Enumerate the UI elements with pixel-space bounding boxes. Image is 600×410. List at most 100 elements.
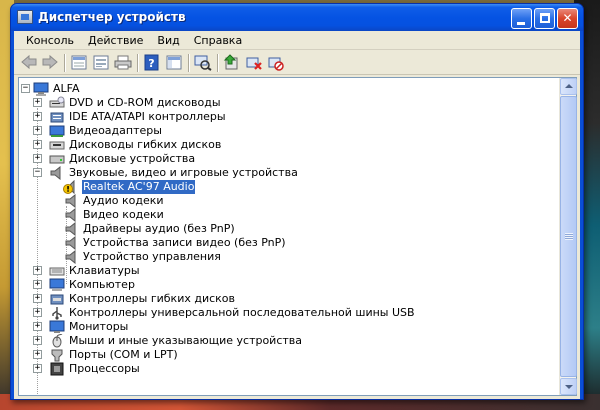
- scroll-down-button[interactable]: [560, 378, 577, 395]
- expand-toggle[interactable]: +: [33, 154, 42, 163]
- tree-item-label: Видео кодеки: [83, 208, 164, 221]
- tree-item-ports[interactable]: + Порты (COM и LPT): [33, 348, 179, 362]
- tree-item-video-adapters[interactable]: + Видеоадаптеры: [33, 124, 163, 138]
- scrollbar-thumb[interactable]: [560, 96, 577, 377]
- uninstall-button[interactable]: [245, 54, 263, 71]
- grip-icon: [565, 232, 573, 240]
- close-button[interactable]: ✕: [557, 8, 578, 29]
- tree-item-label: Дисковые устройства: [69, 152, 196, 165]
- properties-button[interactable]: [92, 54, 110, 71]
- device-manager-icon: [17, 10, 33, 24]
- expand-toggle[interactable]: +: [33, 364, 42, 373]
- expand-toggle[interactable]: +: [33, 350, 42, 359]
- menu-help[interactable]: Справка: [187, 32, 249, 49]
- tree-item-floppy-drives[interactable]: + Дисководы гибких дисков: [33, 138, 222, 152]
- tree-item-dvd-cdrom[interactable]: + DVD и CD-ROM дисководы: [33, 96, 222, 110]
- tree-item-label: IDE ATA/ATAPI контроллеры: [69, 110, 226, 123]
- print-button[interactable]: [114, 54, 132, 71]
- vertical-scrollbar[interactable]: [559, 78, 577, 395]
- help-button[interactable]: ?: [143, 54, 161, 71]
- svg-text:?: ?: [148, 57, 154, 70]
- collapse-toggle[interactable]: −: [21, 84, 30, 93]
- tree-item-label: Звуковые, видео и игровые устройства: [69, 166, 298, 179]
- tree-item-label: Мыши и иные указывающие устройства: [69, 334, 303, 347]
- tree-item-usb-controllers[interactable]: + Контроллеры универсальной последовател…: [33, 306, 416, 320]
- tree-item-label: Порты (COM и LPT): [69, 348, 178, 361]
- maximize-icon: [540, 13, 550, 23]
- tree-item-computer[interactable]: + Компьютер: [33, 278, 136, 292]
- back-button[interactable]: [20, 54, 38, 71]
- expand-toggle[interactable]: +: [33, 336, 42, 345]
- tree-item-media-control[interactable]: Устройство управления: [63, 249, 222, 265]
- toolbar-separator: [217, 54, 219, 72]
- tree-item-processors[interactable]: + Процессоры: [33, 362, 141, 376]
- menu-view[interactable]: Вид: [150, 32, 186, 49]
- show-console-tree-button[interactable]: [165, 54, 183, 71]
- tree-item-label: Мониторы: [69, 320, 129, 333]
- maximize-button[interactable]: [534, 8, 555, 29]
- menu-console[interactable]: Консоль: [19, 32, 81, 49]
- ide-controller-icon: [49, 110, 65, 124]
- tree-item-label: Дисководы гибких дисков: [69, 138, 222, 151]
- tree-item-audio-codecs[interactable]: Аудио кодеки: [63, 193, 165, 209]
- toolbar: ?: [14, 51, 580, 75]
- expand-toggle[interactable]: +: [33, 126, 42, 135]
- tree-item-mice[interactable]: + Мыши и иные указывающие устройства: [33, 333, 303, 348]
- forward-button[interactable]: [41, 54, 59, 71]
- scroll-up-button[interactable]: [560, 78, 577, 95]
- tree-item-label: Процессоры: [69, 362, 140, 375]
- tree-item-label: Устройство управления: [83, 250, 221, 263]
- tree-item-realtek-ac97[interactable]: Realtek AC'97 Audio: [63, 179, 196, 195]
- tree-item-sound-video-game[interactable]: − Звуковые, видео и игровые устройства: [33, 165, 299, 181]
- toolbar-separator: [137, 54, 139, 72]
- tree-item-keyboards[interactable]: + Клавиатуры: [33, 264, 141, 278]
- update-driver-button[interactable]: [223, 54, 241, 71]
- collapse-toggle[interactable]: −: [33, 168, 42, 177]
- tree-root[interactable]: − ALFA: [19, 82, 81, 96]
- properties-icon: [93, 55, 109, 70]
- menu-bar: Консоль Действие Вид Справка: [14, 31, 580, 50]
- up-one-level-button[interactable]: [70, 54, 88, 71]
- cdrom-icon: [49, 96, 65, 110]
- expand-toggle[interactable]: +: [33, 112, 42, 121]
- minimize-icon: [517, 22, 525, 25]
- forward-icon: [42, 54, 58, 70]
- keyboard-icon: [49, 264, 65, 278]
- sound-icon: [49, 165, 65, 181]
- tree-item-floppy-controllers[interactable]: + Контроллеры гибких дисков: [33, 292, 236, 306]
- update-driver-icon: [223, 54, 238, 70]
- tree-item-disk-drives[interactable]: + Дисковые устройства: [33, 152, 196, 166]
- tree-item-label: Realtek AC'97 Audio: [82, 180, 196, 194]
- warning-icon: [63, 179, 79, 195]
- scan-hardware-icon: [194, 55, 212, 71]
- expand-toggle[interactable]: +: [33, 266, 42, 275]
- disable-button[interactable]: [267, 54, 285, 71]
- expand-toggle[interactable]: +: [33, 294, 42, 303]
- tree-item-label: Контроллеры гибких дисков: [69, 292, 236, 305]
- expand-toggle[interactable]: +: [33, 308, 42, 317]
- minimize-button[interactable]: [511, 8, 532, 29]
- up-icon: [71, 55, 87, 70]
- floppy-controller-icon: [49, 292, 65, 306]
- menu-action[interactable]: Действие: [81, 32, 150, 49]
- toolbar-separator: [64, 54, 66, 72]
- title-bar[interactable]: Диспетчер устройств ✕: [11, 4, 583, 31]
- tree-item-ide[interactable]: + IDE ATA/ATAPI контроллеры: [33, 110, 227, 124]
- port-icon: [49, 348, 65, 362]
- disable-icon: [268, 57, 284, 71]
- expand-toggle[interactable]: +: [33, 280, 42, 289]
- expand-toggle[interactable]: +: [33, 322, 42, 331]
- expand-toggle[interactable]: +: [33, 98, 42, 107]
- print-icon: [114, 55, 132, 70]
- tree-item-video-codecs[interactable]: Видео кодеки: [63, 207, 165, 223]
- computer-icon: [33, 82, 49, 96]
- speaker-icon: [63, 193, 79, 209]
- tree-item-monitors[interactable]: + Мониторы: [33, 320, 129, 334]
- tree-item-legacy-audio-drivers[interactable]: Драйверы аудио (без PnP): [63, 221, 236, 237]
- speaker-icon: [63, 207, 79, 223]
- display-adapter-icon: [49, 124, 65, 138]
- expand-toggle[interactable]: +: [33, 140, 42, 149]
- tree-item-legacy-video-capture[interactable]: Устройства записи видео (без PnP): [63, 235, 287, 251]
- tree-item-label: DVD и CD-ROM дисководы: [69, 96, 221, 109]
- scan-hardware-button[interactable]: [194, 54, 212, 71]
